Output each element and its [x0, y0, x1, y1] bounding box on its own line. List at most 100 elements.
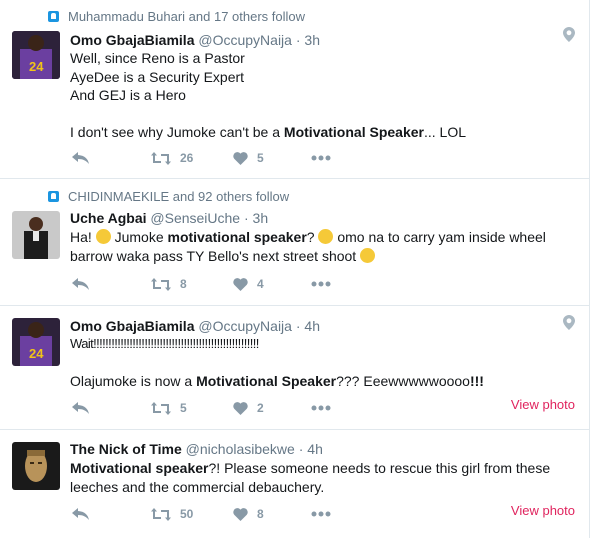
tweet[interactable]: The Nick of Time @nicholasibekwe · 4h Mo… — [0, 430, 590, 538]
like-button[interactable]: 5 — [233, 151, 264, 165]
view-photo-link[interactable]: View photo — [511, 503, 575, 518]
avatar[interactable]: 24 — [12, 318, 60, 366]
timestamp[interactable]: 4h — [304, 318, 320, 334]
tweet-text-line: AyeDee is a Security Expert — [70, 68, 245, 85]
tweet-text: Wait!!!!!!!!!!!!!!!!!!!!!!!!!!!!!!!!!!!!… — [70, 335, 570, 391]
view-photo-link[interactable]: View photo — [511, 397, 575, 412]
tweet-text-line: Motivational speaker?! Please someone ne… — [70, 460, 551, 476]
more-icon — [311, 155, 331, 161]
social-context: CHIDINMAEKILE and 92 others follow — [48, 189, 289, 204]
tweet-actions: 8 4 — [72, 274, 372, 294]
tweet-text-line: Well, since Reno is a Pastor — [70, 50, 245, 66]
user-handle[interactable]: @nicholasibekwe — [186, 441, 295, 457]
hashtag-highlight: Motivational Speaker — [196, 373, 337, 389]
hashtag-highlight: Motivational speaker — [70, 460, 209, 476]
reply-button[interactable] — [72, 278, 89, 290]
hashtag-highlight: Motivational Speaker — [283, 124, 424, 140]
follow-social-icon — [48, 191, 59, 202]
tweet-text-line: Wait!!!!!!!!!!!!!!!!!!!!!!!!!!!!!!!!!!!!… — [70, 336, 259, 351]
tweet-text-line: And GEJ is a Hero — [70, 87, 186, 103]
heart-icon — [233, 507, 248, 521]
avatar[interactable]: 24 — [12, 31, 60, 79]
more-icon — [311, 511, 331, 517]
display-name[interactable]: Omo GbajaBiamila — [70, 32, 194, 48]
hashtag-highlight: motivational speaker — [167, 229, 307, 245]
location-pin-icon[interactable] — [563, 315, 575, 330]
user-handle[interactable]: @OccupyNaija — [198, 32, 292, 48]
tweet-text-line: barrow waka pass TY Bello's next street … — [70, 247, 570, 266]
timestamp[interactable]: 4h — [307, 441, 323, 457]
timestamp[interactable]: 3h — [304, 32, 320, 48]
retweet-button[interactable]: 50 — [151, 507, 193, 521]
fearful-face-emoji-icon — [95, 229, 111, 244]
user-handle[interactable]: @SenseiUche — [150, 210, 240, 226]
like-button[interactable]: 2 — [233, 401, 264, 415]
avatar[interactable] — [12, 442, 60, 490]
more-button[interactable] — [311, 511, 331, 517]
like-count: 8 — [257, 507, 264, 521]
more-button[interactable] — [311, 155, 331, 161]
tweet-text: Motivational speaker?! Please someone ne… — [70, 459, 570, 496]
tweet-actions: 50 8 — [72, 504, 372, 524]
svg-text:24: 24 — [29, 59, 44, 74]
avatar[interactable] — [12, 211, 60, 259]
display-name[interactable]: Uche Agbai — [70, 210, 147, 226]
retweet-icon — [151, 401, 171, 415]
reply-icon — [72, 508, 89, 520]
reply-icon — [72, 152, 89, 164]
tweet-header: Omo GbajaBiamila @OccupyNaija · 3h — [70, 32, 320, 48]
reply-button[interactable] — [72, 508, 89, 520]
tweet-actions: 5 2 — [72, 398, 372, 418]
display-name[interactable]: The Nick of Time — [70, 441, 182, 457]
like-count: 2 — [257, 401, 264, 415]
like-button[interactable]: 4 — [233, 277, 264, 291]
tweet[interactable]: CHIDINMAEKILE and 92 others follow Uche … — [0, 179, 590, 306]
social-context-text: Muhammadu Buhari and 17 others follow — [68, 9, 306, 24]
retweet-icon — [151, 277, 171, 291]
svg-text:24: 24 — [29, 346, 44, 361]
like-count: 4 — [257, 277, 264, 291]
tweet[interactable]: Muhammadu Buhari and 17 others follow 24… — [0, 0, 590, 179]
tweet-header: Uche Agbai @SenseiUche · 3h — [70, 210, 269, 226]
more-button[interactable] — [311, 281, 331, 287]
retweet-icon — [151, 151, 171, 165]
unamused-face-emoji-icon — [318, 229, 334, 244]
like-count: 5 — [257, 151, 264, 165]
social-context-text: CHIDINMAEKILE and 92 others follow — [68, 189, 290, 204]
retweet-button[interactable]: 5 — [151, 401, 187, 415]
tweet-text: Well, since Reno is a Pastor AyeDee is a… — [70, 49, 570, 142]
retweet-icon — [151, 507, 171, 521]
follow-social-icon — [48, 11, 59, 22]
heart-icon — [233, 151, 248, 165]
timestamp[interactable]: 3h — [253, 210, 269, 226]
tweet-text-line: leeches and the commercial debauchery. — [70, 478, 325, 495]
user-handle[interactable]: @OccupyNaija — [198, 318, 292, 334]
reply-button[interactable] — [72, 402, 89, 414]
tweet-header: Omo GbajaBiamila @OccupyNaija · 4h — [70, 318, 320, 334]
retweet-button[interactable]: 26 — [151, 151, 193, 165]
heart-icon — [233, 277, 248, 291]
reply-button[interactable] — [72, 152, 89, 164]
more-icon — [311, 405, 331, 411]
reply-icon — [72, 278, 89, 290]
tweet-text: Ha! Jumoke motivational speaker? omo na … — [70, 228, 570, 265]
tweet-actions: 26 5 — [72, 148, 372, 168]
tweet-text-line: Olajumoke is now a Motivational Speaker?… — [70, 373, 484, 389]
tweet-text-line: I don't see why Jumoke can't be a Motiva… — [70, 124, 466, 140]
location-pin-icon[interactable] — [563, 27, 575, 42]
retweet-count: 26 — [180, 151, 194, 165]
tweet-text-line: Ha! Jumoke motivational speaker? omo na … — [70, 229, 546, 245]
retweet-count: 5 — [180, 401, 187, 415]
social-context: Muhammadu Buhari and 17 others follow — [48, 9, 305, 24]
tweet-header: The Nick of Time @nicholasibekwe · 4h — [70, 441, 323, 457]
retweet-count: 8 — [180, 277, 187, 291]
reply-icon — [72, 402, 89, 414]
neutral-face-emoji-icon — [360, 247, 376, 263]
more-icon — [311, 281, 331, 287]
retweet-button[interactable]: 8 — [151, 277, 187, 291]
like-button[interactable]: 8 — [233, 507, 264, 521]
display-name[interactable]: Omo GbajaBiamila — [70, 318, 194, 334]
tweet[interactable]: 24 Omo GbajaBiamila @OccupyNaija · 4h Wa… — [0, 306, 590, 430]
more-button[interactable] — [311, 405, 331, 411]
retweet-count: 50 — [180, 507, 194, 521]
